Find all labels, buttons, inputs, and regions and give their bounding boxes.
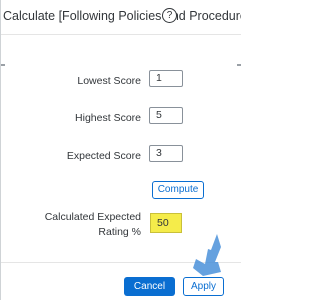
- arrow-pointer-icon: [193, 234, 221, 276]
- right-edge-mark: [237, 64, 241, 66]
- left-edge-mark: [1, 64, 5, 66]
- calculated-rating-value: 50: [150, 213, 182, 233]
- highest-score-input[interactable]: 5: [149, 107, 183, 124]
- apply-button[interactable]: Apply: [183, 277, 224, 296]
- highest-score-label: Highest Score: [75, 112, 141, 124]
- cancel-button[interactable]: Cancel: [124, 277, 175, 296]
- lowest-score-input[interactable]: 1: [149, 70, 183, 87]
- compute-button[interactable]: Compute: [152, 181, 204, 199]
- calculate-dialog: Calculate [Following Policies and Proced…: [0, 0, 241, 301]
- expected-score-label: Expected Score: [66, 150, 141, 162]
- dialog-title: Calculate [Following Policies and Proced…: [3, 9, 241, 23]
- dialog-header: Calculate [Following Policies and Proced…: [1, 0, 241, 35]
- expected-score-input[interactable]: 3: [149, 145, 183, 162]
- calculated-rating-label: Calculated Expected Rating %: [44, 211, 141, 238]
- help-icon[interactable]: ?: [162, 8, 177, 23]
- lowest-score-label: Lowest Score: [77, 75, 141, 87]
